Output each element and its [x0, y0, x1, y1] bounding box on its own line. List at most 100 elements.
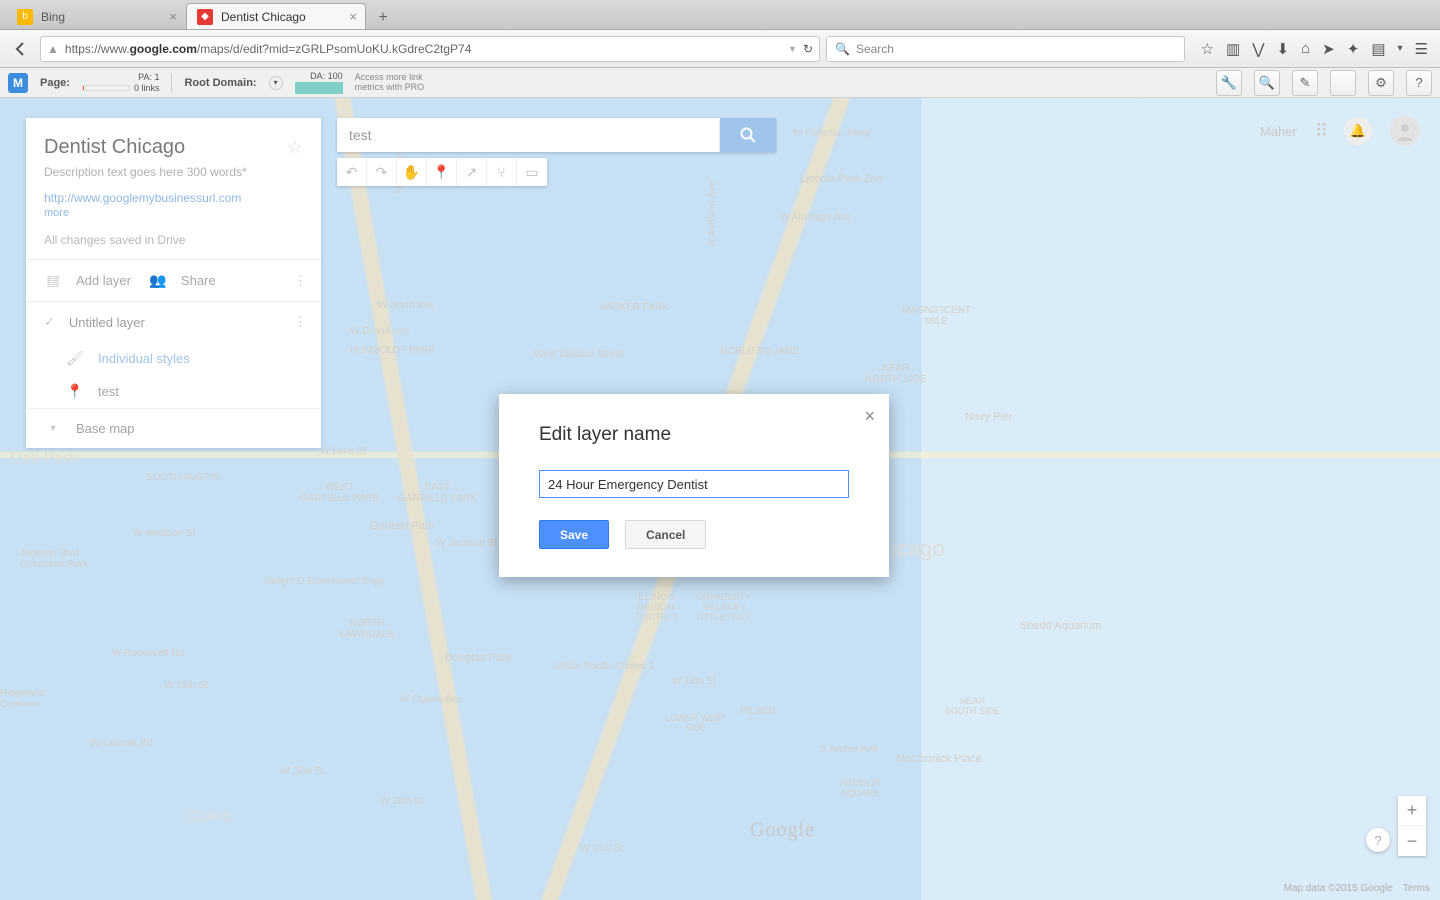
check-icon: ✓: [44, 314, 55, 330]
tab-label: Bing: [41, 10, 65, 24]
layer-actions-row: ▤ Add layer 👥 Share ⋮: [26, 259, 321, 301]
lock-icon: ▲: [47, 42, 59, 56]
directions-button[interactable]: ⑂: [487, 158, 517, 186]
browser-address-bar: ▲ https://www.google.com/maps/d/edit?mid…: [0, 30, 1440, 68]
notifications-icon[interactable]: 🔔: [1344, 117, 1372, 145]
downloads-icon[interactable]: ⬇: [1277, 40, 1290, 58]
basemap-label: Base map: [76, 421, 135, 436]
bookmark-star-icon[interactable]: ☆: [1201, 40, 1214, 58]
home-icon[interactable]: ⌂: [1301, 40, 1310, 57]
star-icon[interactable]: ☆: [287, 137, 303, 158]
map-search-wrap: [337, 118, 776, 152]
close-icon[interactable]: ×: [169, 9, 177, 24]
attrib-text: Map data ©2015 Google: [1284, 883, 1393, 894]
map-attribution: Map data ©2015 Google Terms: [1284, 883, 1430, 894]
cancel-button[interactable]: Cancel: [625, 520, 706, 549]
browser-tab-bing[interactable]: b Bing ×: [6, 3, 186, 29]
moz-pa-label: PA: 1: [138, 72, 159, 82]
saved-status: All changes saved in Drive: [44, 233, 303, 247]
moz-logo-icon[interactable]: M: [8, 73, 28, 93]
avatar-icon[interactable]: [1390, 116, 1420, 146]
moz-search-icon[interactable]: 🔍: [1254, 70, 1280, 96]
save-button[interactable]: Save: [539, 520, 609, 549]
map-editor-panel: Dentist Chicago ☆ Description text goes …: [26, 118, 321, 448]
pin-icon: 📍: [66, 383, 84, 400]
reload-icon[interactable]: ↻: [803, 42, 813, 56]
close-icon[interactable]: ×: [864, 406, 875, 427]
close-icon[interactable]: ×: [349, 9, 357, 24]
more-menu-icon[interactable]: ⋮: [294, 314, 307, 330]
clipboard-icon[interactable]: ▥: [1226, 40, 1240, 58]
apps-grid-icon[interactable]: ⠿: [1315, 121, 1326, 142]
map-search-button[interactable]: [720, 118, 776, 152]
search-icon: 🔍: [835, 42, 850, 56]
moz-blank-icon[interactable]: [1330, 70, 1356, 96]
map-toolbar: ↶ ↷ ✋ 📍 ↗ ⑂ ▭: [337, 158, 547, 186]
basemap-row[interactable]: ▾ Base map: [26, 408, 321, 448]
map-more-link[interactable]: more: [44, 207, 303, 219]
modal-title: Edit layer name: [539, 424, 849, 446]
chevron-down-icon: ▾: [44, 423, 62, 434]
addon-icon[interactable]: ✦: [1347, 40, 1360, 58]
map-title[interactable]: Dentist Chicago: [44, 136, 185, 159]
new-tab-button[interactable]: +: [370, 7, 396, 29]
search-placeholder: Search: [856, 42, 894, 56]
feature-label: test: [98, 384, 119, 399]
undo-button[interactable]: ↶: [337, 158, 367, 186]
map-description[interactable]: Description text goes here 300 words*: [44, 165, 303, 179]
map-url-link[interactable]: http://www.googlemybusinessurl.com: [44, 191, 303, 205]
account-name[interactable]: Maher: [1260, 124, 1297, 139]
styles-label: Individual styles: [98, 351, 190, 366]
add-marker-button[interactable]: 📍: [427, 158, 457, 186]
moz-root-dd-icon[interactable]: ▾: [269, 76, 283, 90]
browser-toolbar-icons: ☆ ▥ ⋁ ⬇ ⌂ ➤ ✦ ▤ ▾ ☰: [1191, 40, 1432, 58]
account-area: Maher ⠿ 🔔: [1260, 116, 1420, 146]
draw-line-button[interactable]: ↗: [457, 158, 487, 186]
moz-da-bar: [295, 82, 343, 94]
browser-tabbar: b Bing × ◆ Dentist Chicago × +: [0, 0, 1440, 30]
moz-links-label: 0 links: [134, 83, 160, 93]
menu-icon[interactable]: ☰: [1415, 40, 1428, 58]
back-button[interactable]: [8, 36, 34, 62]
url-field[interactable]: ▲ https://www.google.com/maps/d/edit?mid…: [40, 36, 820, 62]
browser-tab-maps[interactable]: ◆ Dentist Chicago ×: [186, 3, 366, 29]
tab-label: Dentist Chicago: [221, 10, 306, 24]
add-layer-button[interactable]: Add layer: [76, 273, 131, 288]
pocket-icon[interactable]: ⋁: [1252, 40, 1264, 58]
paint-icon: 🖌: [66, 350, 84, 367]
moz-wrench-icon[interactable]: 🔧: [1216, 70, 1242, 96]
moz-gear-icon[interactable]: ⚙: [1368, 70, 1394, 96]
ruler-button[interactable]: ▭: [517, 158, 547, 186]
share-button[interactable]: Share: [181, 273, 216, 288]
send-icon[interactable]: ➤: [1322, 40, 1335, 58]
app-area: Oak Park Cicero icago Navy Pier Lincoln …: [0, 98, 1440, 900]
layer-name: Untitled layer: [69, 315, 145, 330]
terms-link[interactable]: Terms: [1403, 883, 1430, 894]
moz-highlight-icon[interactable]: ✎: [1292, 70, 1318, 96]
list-icon[interactable]: ▤: [1371, 40, 1385, 58]
search-icon: [739, 126, 757, 144]
layer-row[interactable]: ✓ Untitled layer ⋮: [26, 301, 321, 342]
more-menu-icon[interactable]: ⋮: [294, 273, 307, 289]
zoom-control: + −: [1398, 796, 1426, 856]
layer-name-input[interactable]: [539, 470, 849, 498]
moz-pa-bar: [82, 85, 130, 91]
hand-tool-button[interactable]: ✋: [397, 158, 427, 186]
redo-button[interactable]: ↷: [367, 158, 397, 186]
browser-search-field[interactable]: 🔍 Search: [826, 36, 1185, 62]
chevron-down-icon[interactable]: ▾: [1398, 43, 1403, 54]
moz-toolbar: M Page: PA: 1 0 links Root Domain: ▾ DA:…: [0, 68, 1440, 98]
url-text: https://www.google.com/maps/d/edit?mid=z…: [65, 42, 782, 56]
help-button[interactable]: ?: [1366, 828, 1390, 852]
dropdown-icon[interactable]: ▼: [788, 44, 797, 54]
zoom-out-button[interactable]: −: [1398, 826, 1426, 856]
moz-help-icon[interactable]: ?: [1406, 70, 1432, 96]
share-icon: 👥: [149, 272, 167, 289]
map-search-input[interactable]: [337, 118, 720, 152]
layer-styles-row[interactable]: 🖌 Individual styles: [26, 342, 321, 375]
maps-favicon-icon: ◆: [197, 9, 213, 25]
zoom-in-button[interactable]: +: [1398, 796, 1426, 826]
moz-access-line2: metrics with PRO: [355, 83, 425, 93]
layer-feature-row[interactable]: 📍 test: [26, 375, 321, 408]
moz-da-label: DA: 100: [310, 71, 343, 81]
